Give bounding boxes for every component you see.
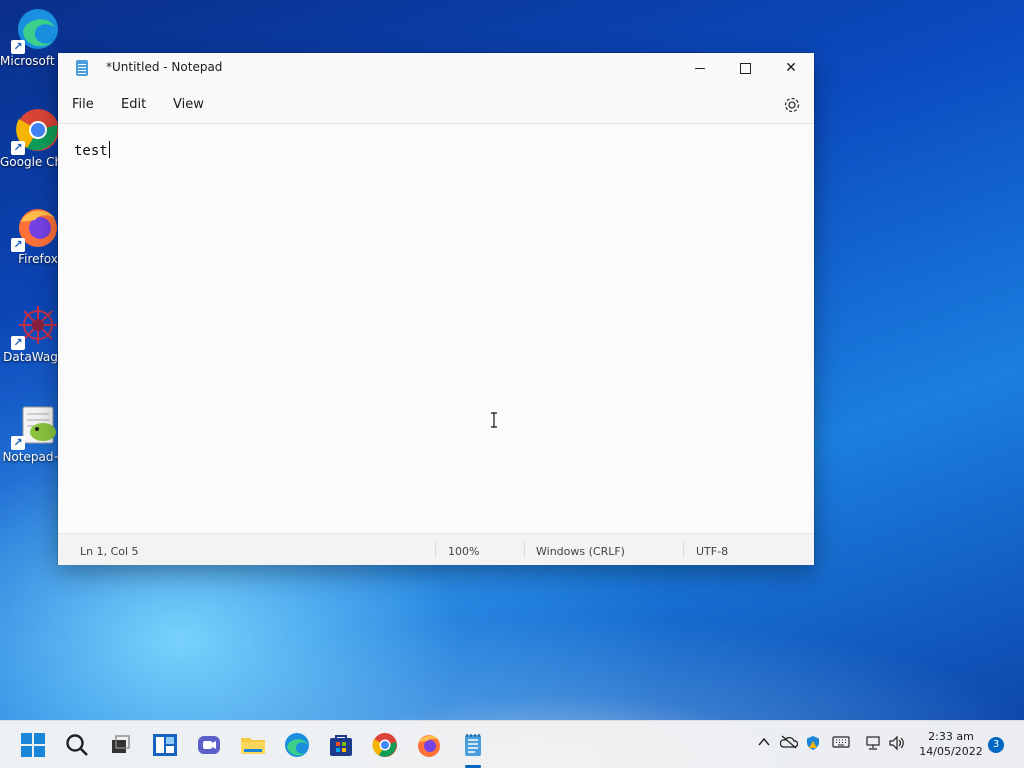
minimize-button[interactable]	[677, 53, 723, 83]
search-button[interactable]	[64, 732, 90, 758]
cursor-position: Ln 1, Col 5	[80, 545, 139, 558]
windows-security-warning-icon	[807, 736, 819, 750]
firefox-taskbar-button[interactable]	[416, 732, 442, 758]
firefox-icon	[418, 735, 440, 757]
store-button[interactable]	[328, 732, 354, 758]
notification-badge[interactable]: 3	[988, 737, 1004, 753]
notepad-taskbar-button[interactable]	[460, 732, 486, 758]
onedrive-tray-button[interactable]	[779, 735, 799, 753]
volume-tray-button[interactable]	[888, 735, 906, 755]
close-button[interactable]: ✕	[768, 53, 814, 83]
task-view-icon	[112, 735, 130, 753]
encoding: UTF-8	[696, 545, 729, 558]
status-divider	[683, 542, 684, 558]
menu-view[interactable]: View	[173, 97, 204, 112]
maximize-icon	[739, 62, 751, 74]
notepadplusplus-icon: ↗	[11, 402, 61, 450]
minimize-icon	[695, 67, 705, 69]
start-icon	[21, 733, 45, 757]
settings-button[interactable]	[782, 95, 802, 115]
notepad-icon	[465, 734, 481, 756]
status-divider	[435, 542, 436, 558]
menu-edit[interactable]: Edit	[121, 97, 146, 112]
window-title: *Untitled - Notepad	[106, 60, 223, 74]
line-ending: Windows (CRLF)	[536, 545, 625, 558]
clock[interactable]: 2:33 am 14/05/2022	[916, 729, 986, 759]
chrome-icon: ↗	[11, 107, 61, 155]
edge-icon	[285, 733, 309, 757]
status-divider	[524, 542, 525, 558]
clock-date: 14/05/2022	[919, 745, 983, 758]
onedrive-offline-icon	[779, 735, 799, 749]
chrome-icon	[372, 733, 397, 757]
shortcut-arrow-icon: ↗	[11, 336, 25, 350]
store-icon	[330, 735, 352, 756]
editor-content[interactable]: test	[74, 141, 110, 159]
datawagon-icon: ↗	[11, 302, 61, 350]
firefox-icon: ↗	[11, 204, 61, 252]
text-caret	[108, 141, 110, 158]
network-icon	[866, 736, 880, 750]
gear-icon	[784, 97, 800, 113]
file-explorer-button[interactable]	[240, 732, 266, 758]
edge-taskbar-button[interactable]	[284, 732, 310, 758]
task-view-button[interactable]	[107, 732, 133, 758]
shortcut-arrow-icon: ↗	[11, 141, 25, 155]
chevron-up-icon	[758, 737, 770, 746]
chat-button[interactable]	[196, 732, 222, 758]
widgets-button[interactable]	[152, 732, 178, 758]
start-button[interactable]	[20, 732, 46, 758]
notepad-app-icon	[76, 60, 88, 76]
shortcut-arrow-icon: ↗	[11, 436, 25, 450]
status-bar: Ln 1, Col 5 100% Windows (CRLF) UTF-8	[58, 533, 814, 565]
widgets-icon	[153, 734, 177, 756]
menu-file[interactable]: File	[72, 97, 94, 112]
security-tray-button[interactable]	[805, 735, 821, 755]
taskbar: 2:33 am 14/05/2022 3	[0, 720, 1024, 768]
search-icon	[66, 734, 88, 756]
text-editor[interactable]: test	[58, 123, 814, 534]
close-icon: ✕	[785, 60, 797, 76]
zoom-level: 100%	[448, 545, 480, 558]
keyboard-tray-button[interactable]	[832, 735, 850, 753]
file-explorer-icon	[241, 738, 265, 754]
title-bar[interactable]: *Untitled - Notepad ✕	[58, 53, 814, 83]
edge-icon: ↗	[11, 6, 61, 54]
clock-time: 2:33 am	[928, 730, 974, 743]
volume-icon	[889, 735, 904, 751]
network-tray-button[interactable]	[864, 735, 882, 755]
menu-bar: File Edit View	[58, 89, 814, 123]
ibeam-cursor-icon	[491, 412, 497, 428]
chat-icon	[198, 736, 220, 754]
notepad-window: *Untitled - Notepad ✕ File Edit View tes…	[58, 53, 814, 565]
chrome-taskbar-button[interactable]	[372, 732, 398, 758]
shortcut-arrow-icon: ↗	[11, 238, 25, 252]
shortcut-arrow-icon: ↗	[11, 40, 25, 54]
show-hidden-icons-button[interactable]	[757, 735, 771, 753]
keyboard-icon	[832, 736, 850, 748]
editor-text: test	[74, 143, 108, 159]
maximize-button[interactable]	[722, 53, 768, 83]
